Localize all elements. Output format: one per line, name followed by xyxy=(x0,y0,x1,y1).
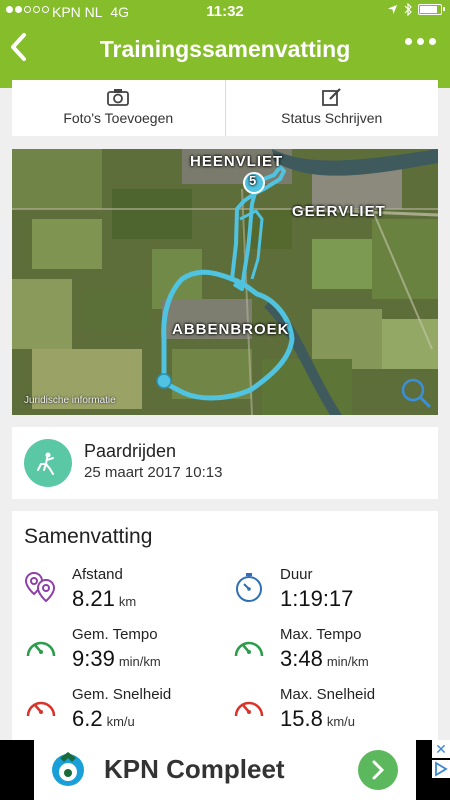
add-photos-button[interactable]: Foto's Toevoegen xyxy=(12,80,225,136)
ad-text: KPN Compleet xyxy=(104,754,285,784)
speedometer-icon xyxy=(234,641,264,657)
avg-speed-value-group: 6.2 km/u xyxy=(72,706,135,732)
max-pace-unit: min/km xyxy=(326,654,369,669)
max-speed-unit: km/u xyxy=(326,714,355,729)
magnifier-icon[interactable] xyxy=(400,377,432,409)
summary-heading: Samenvatting xyxy=(24,525,153,548)
chevron-right-icon xyxy=(372,760,385,780)
horse-riding-icon xyxy=(24,439,72,487)
kpn-logo-icon xyxy=(52,752,84,786)
speedometer-icon xyxy=(234,701,264,717)
distance-label: Afstand xyxy=(72,566,123,583)
status-time: 11:32 xyxy=(206,3,244,20)
ellipsis-dot xyxy=(429,38,436,45)
distance-unit: km xyxy=(118,594,137,609)
duration-value-group: 1:19:17 xyxy=(280,586,353,612)
actions-card: Foto's Toevoegen Status Schrijven xyxy=(12,80,438,136)
avg-pace-value: 9:39 xyxy=(72,646,115,671)
summary-card: Samenvatting Afstand 8.21 km Duur 1:19:17… xyxy=(12,511,438,740)
stat-avg-pace: Gem. Tempo 9:39 min/km xyxy=(24,626,224,680)
route-map[interactable]: HEENVLIET GEERVLIET ABBENBROEK 5 Juridis… xyxy=(12,149,438,415)
activity-date: 25 maart 2017 10:13 xyxy=(84,464,223,481)
route-pins-icon xyxy=(24,571,56,603)
distance-value-group: 8.21 km xyxy=(72,586,136,612)
battery-fill xyxy=(420,6,437,13)
speedometer-icon xyxy=(26,701,56,717)
max-speed-value: 15.8 xyxy=(280,706,323,731)
status-bar: KPN NL 4G 11:32 xyxy=(0,0,450,24)
nav-bar: Trainingssamenvatting xyxy=(0,24,450,78)
battery-icon xyxy=(418,4,445,15)
ellipsis-dot xyxy=(417,38,424,45)
speedometer-icon xyxy=(26,641,56,657)
duration-value: 1:19:17 xyxy=(280,586,354,611)
map-label-geervliet: GEERVLIET xyxy=(292,203,386,220)
ad-close-button[interactable]: ✕ xyxy=(432,740,450,758)
stat-avg-speed: Gem. Snelheid 6.2 km/u xyxy=(24,686,224,740)
edit-icon xyxy=(321,88,341,106)
ad-banner: KPN Compleet ✕ xyxy=(0,740,450,800)
avg-pace-value-group: 9:39 min/km xyxy=(72,646,161,672)
add-photos-label: Foto's Toevoegen xyxy=(63,110,174,126)
avg-pace-unit: min/km xyxy=(118,654,161,669)
max-speed-value-group: 15.8 km/u xyxy=(280,706,355,732)
bluetooth-icon xyxy=(404,3,412,16)
avg-speed-value: 6.2 xyxy=(72,706,103,731)
map-label-heenvliet: HEENVLIET xyxy=(190,153,284,170)
distance-value: 8.21 xyxy=(72,586,115,611)
stat-distance: Afstand 8.21 km xyxy=(24,566,224,620)
avg-pace-label: Gem. Tempo xyxy=(72,626,158,643)
ad-content[interactable]: KPN Compleet xyxy=(34,740,416,800)
stat-duration: Duur 1:19:17 xyxy=(232,566,432,620)
activity-name: Paardrijden xyxy=(84,441,177,461)
max-pace-value-group: 3:48 min/km xyxy=(280,646,369,672)
lap-marker: 5 xyxy=(249,173,257,188)
map-legal-link[interactable]: Juridische informatie xyxy=(24,395,116,406)
map-label-abbenbroek: ABBENBROEK xyxy=(172,321,290,338)
max-speed-label: Max. Snelheid xyxy=(280,686,376,703)
avg-speed-label: Gem. Snelheid xyxy=(72,686,172,703)
stat-max-pace: Max. Tempo 3:48 min/km xyxy=(232,626,432,680)
stat-max-speed: Max. Snelheid 15.8 km/u xyxy=(232,686,432,740)
adchoices-icon[interactable] xyxy=(432,760,450,778)
stopwatch-icon xyxy=(236,573,262,602)
ellipsis-dot xyxy=(405,38,412,45)
activity-card: Paardrijden 25 maart 2017 10:13 xyxy=(12,427,438,499)
max-pace-value: 3:48 xyxy=(280,646,323,671)
more-options-button[interactable] xyxy=(405,38,436,45)
max-pace-label: Max. Tempo xyxy=(280,626,362,643)
write-status-label: Status Schrijven xyxy=(281,110,383,126)
avg-speed-unit: km/u xyxy=(106,714,135,729)
camera-icon xyxy=(107,89,130,106)
write-status-button[interactable]: Status Schrijven xyxy=(224,80,439,136)
duration-label: Duur xyxy=(280,566,313,583)
satellite-map-image xyxy=(12,149,438,415)
ad-go-button[interactable] xyxy=(358,750,398,790)
status-right xyxy=(387,3,445,16)
location-arrow-icon xyxy=(387,4,398,15)
page-title: Trainingssamenvatting xyxy=(99,36,351,62)
rider-glyph xyxy=(37,452,54,475)
app-header: KPN NL 4G 11:32 Trainingssamenvatting xyxy=(0,0,450,88)
